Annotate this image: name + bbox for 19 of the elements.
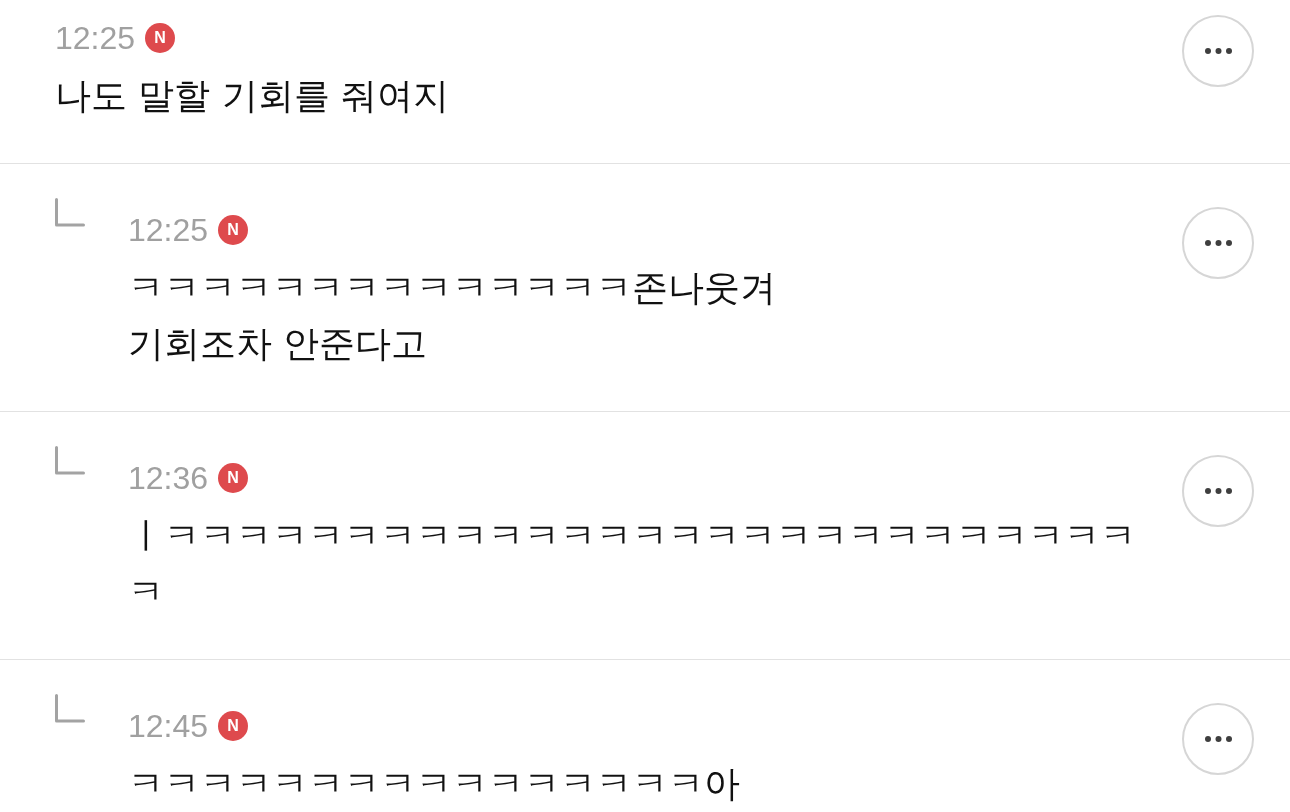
comment-time: 12:36 xyxy=(128,459,209,498)
new-badge: N xyxy=(145,23,176,53)
comment-time: 12:25 xyxy=(55,19,136,58)
comment-text: ㅣㅋㅋㅋㅋㅋㅋㅋㅋㅋㅋㅋㅋㅋㅋㅋㅋㅋㅋㅋㅋㅋㅋㅋㅋㅋㅋㅋㅋ xyxy=(128,514,1137,614)
more-icon xyxy=(1204,488,1232,494)
new-badge: N xyxy=(218,463,249,493)
more-icon xyxy=(1204,240,1232,246)
more-icon xyxy=(1204,736,1232,742)
new-badge: N xyxy=(218,711,249,741)
comment-text: ㅋㅋㅋㅋㅋㅋㅋㅋㅋㅋㅋㅋㅋㅋㅋㅋ아 xyxy=(128,762,741,806)
comment-text: ㅋㅋㅋㅋㅋㅋㅋㅋㅋㅋㅋㅋㅋㅋ존나웃겨 기회조차 안준다고 xyxy=(128,266,777,366)
more-icon xyxy=(1204,48,1232,54)
reply-corner-icon xyxy=(55,694,85,723)
new-badge: N xyxy=(218,215,249,245)
reply-corner-icon xyxy=(55,446,85,475)
comment-time: 12:45 xyxy=(128,707,209,746)
comment-text: 나도 말할 기회를 줘여지 xyxy=(55,74,451,118)
comment-time: 12:25 xyxy=(128,211,209,250)
reply-corner-icon xyxy=(55,198,85,227)
